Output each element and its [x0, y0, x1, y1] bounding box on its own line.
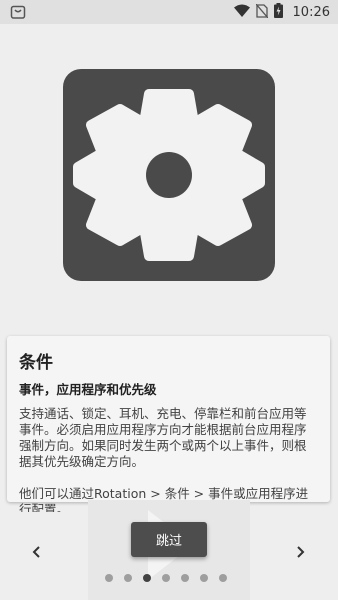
- next-button[interactable]: [288, 540, 312, 564]
- chevron-right-icon: [297, 546, 305, 558]
- card-subtitle: 事件，应用程序和优先级: [19, 382, 157, 397]
- chevron-left-icon: [32, 546, 40, 558]
- page-dot[interactable]: [124, 574, 132, 582]
- page-dot[interactable]: [181, 574, 189, 582]
- page-dot[interactable]: [219, 574, 227, 582]
- page-indicator: [105, 574, 227, 586]
- no-sim-icon: [255, 3, 269, 22]
- settings-illustration: [63, 69, 275, 281]
- page-dot-active[interactable]: [143, 574, 151, 582]
- page-dot[interactable]: [162, 574, 170, 582]
- notification-bag-icon: [10, 4, 26, 20]
- page-dot[interactable]: [200, 574, 208, 582]
- info-card: 条件 事件，应用程序和优先级 支持通话、锁定、耳机、充电、停靠栏和前台应用等事件…: [7, 336, 330, 517]
- previous-button[interactable]: [25, 540, 49, 564]
- card-title: 条件: [19, 353, 53, 373]
- skip-button[interactable]: 跳过: [131, 522, 207, 557]
- page-dot[interactable]: [105, 574, 113, 582]
- status-time: 10:26: [292, 4, 330, 20]
- wifi-icon: [233, 3, 250, 22]
- battery-icon: [273, 2, 283, 22]
- gear-icon: [73, 89, 265, 261]
- status-bar: 10:26: [0, 0, 338, 24]
